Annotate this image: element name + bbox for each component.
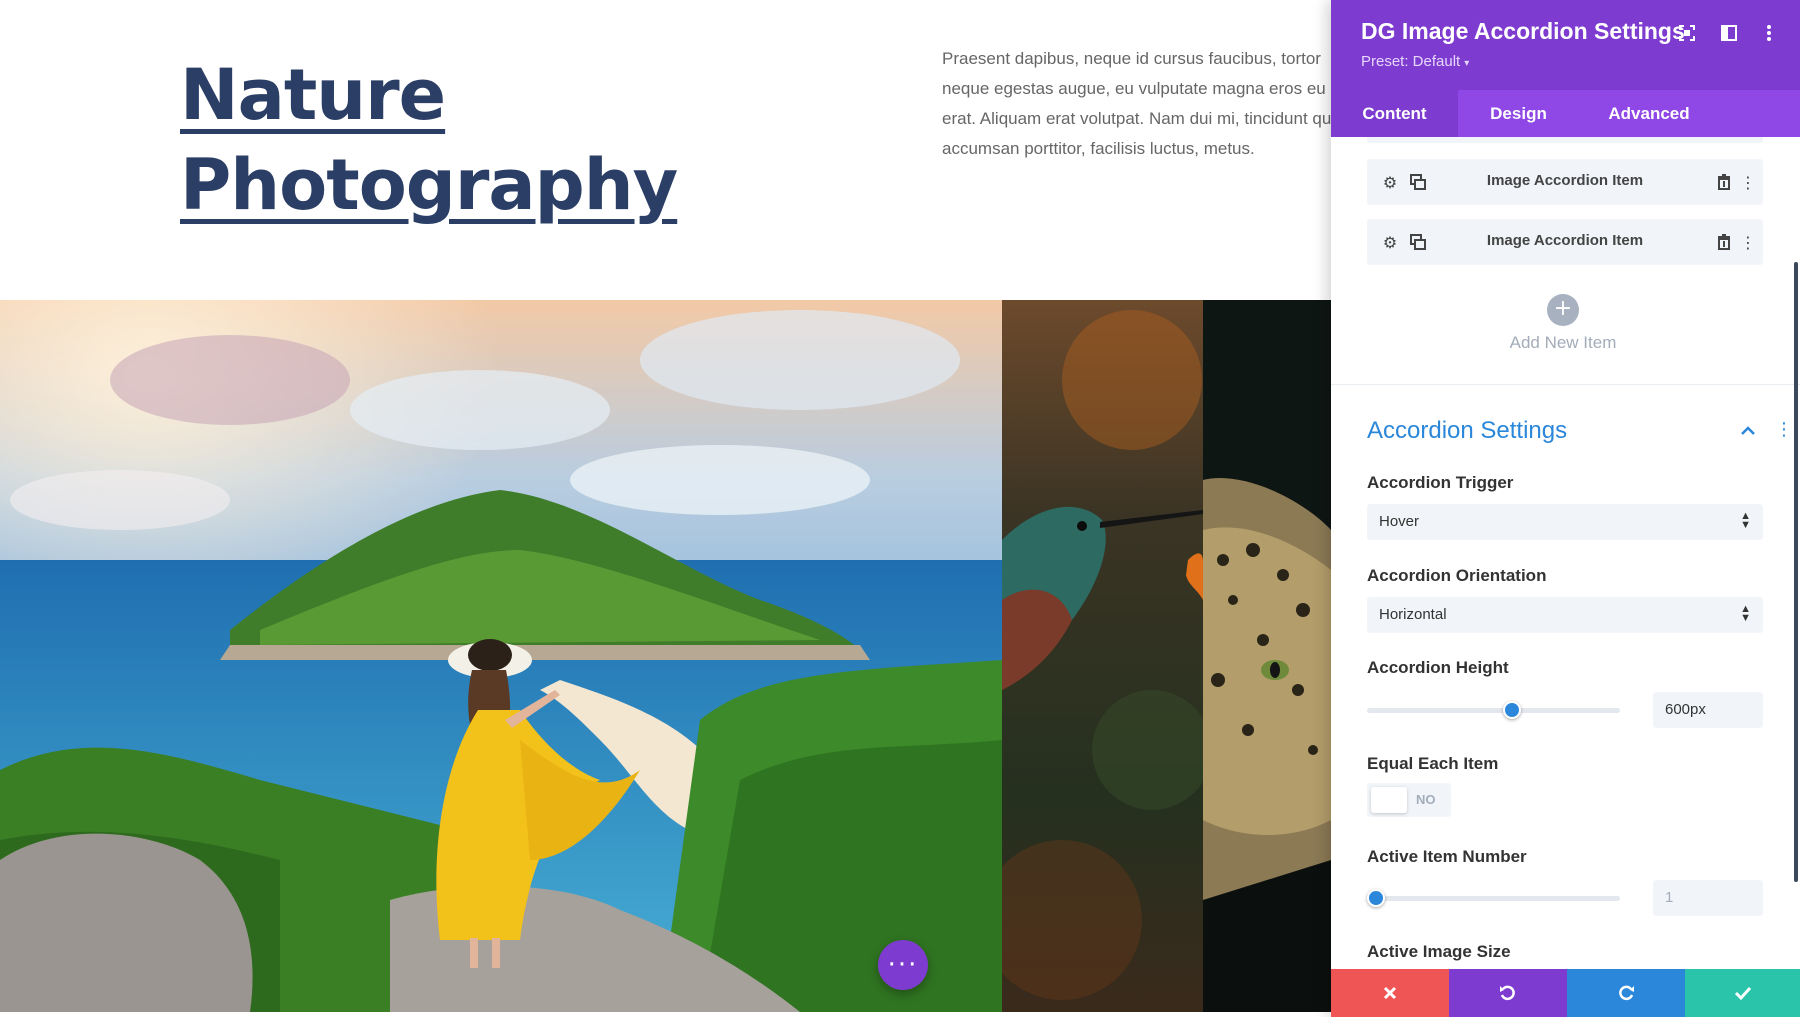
item-menu-icon[interactable]: ⋮ — [1737, 231, 1759, 253]
image-accordion — [0, 300, 1331, 1012]
cancel-button[interactable] — [1331, 969, 1449, 1017]
active-item-slider-track[interactable] — [1367, 896, 1620, 901]
fullscreen-icon[interactable] — [1676, 22, 1698, 44]
heading-line-2: Photography — [180, 144, 678, 226]
field-label-orientation: Accordion Orientation — [1367, 566, 1547, 585]
toggle-knob — [1371, 787, 1407, 813]
caret-down-icon: ▾ — [1464, 58, 1470, 69]
panel-menu-icon[interactable] — [1758, 22, 1780, 44]
field-label-height: Accordion Height — [1367, 658, 1509, 677]
accordion-item-hummingbird[interactable] — [1002, 300, 1203, 1012]
item-row-label: Image Accordion Item — [1486, 232, 1644, 249]
active-item-slider-thumb[interactable] — [1367, 889, 1385, 907]
undo-button[interactable] — [1449, 969, 1567, 1017]
trigger-select[interactable]: Hover ▲ ▼ — [1367, 504, 1763, 540]
item-row-label: Image Accordion Item — [1486, 172, 1644, 189]
chevron-up-icon[interactable] — [1741, 421, 1755, 440]
undo-icon — [1500, 985, 1515, 1001]
tab-advanced[interactable]: Advanced — [1579, 90, 1719, 137]
split-view-icon[interactable] — [1718, 22, 1740, 44]
trash-icon[interactable] — [1713, 231, 1735, 253]
divider — [1331, 384, 1800, 385]
accordion-item-row[interactable]: ⚙ Image Accordion Item ⋮ — [1367, 219, 1763, 265]
plus-icon: + — [1553, 296, 1573, 321]
panel-header: DG Image Accordion Settings Preset: Defa… — [1331, 0, 1800, 90]
add-new-item-label[interactable]: Add New Item — [1331, 333, 1795, 353]
intro-paragraph: Praesent dapibus, neque id cursus faucib… — [942, 49, 1349, 158]
section-menu-icon[interactable]: ⋮ — [1775, 419, 1793, 440]
active-item-input[interactable]: 1 — [1653, 880, 1763, 916]
toggle-state: NO — [1416, 792, 1436, 807]
more-dots-icon: ··· — [887, 950, 919, 980]
redo-button[interactable] — [1567, 969, 1685, 1017]
panel-footer — [1331, 969, 1800, 1017]
close-icon — [1383, 986, 1397, 1000]
field-label-equal: Equal Each Item — [1367, 754, 1499, 773]
accordion-item-row[interactable]: ⚙ Image Accordion Item ⋮ — [1367, 159, 1763, 205]
more-options-button[interactable]: ··· — [878, 940, 928, 990]
panel-scrollbar[interactable] — [1794, 262, 1798, 882]
page-heading: Nature Photography — [180, 50, 740, 230]
island-lady-photo — [0, 300, 1002, 1012]
orientation-select-value: Horizontal — [1379, 606, 1447, 623]
panel-title: DG Image Accordion Settings — [1361, 18, 1685, 44]
save-button[interactable] — [1685, 969, 1800, 1017]
trigger-select-value: Hover — [1379, 513, 1420, 530]
settings-panel: DG Image Accordion Settings Preset: Defa… — [1331, 0, 1800, 1017]
height-slider-track[interactable] — [1367, 708, 1620, 713]
trash-icon[interactable] — [1713, 171, 1735, 193]
preset-dropdown[interactable]: Preset: Default ▾ — [1361, 53, 1469, 70]
accordion-item-row[interactable] — [1367, 137, 1763, 143]
redo-icon — [1619, 985, 1634, 1001]
orientation-select[interactable]: Horizontal ▲ ▼ — [1367, 597, 1763, 633]
panel-tabs: Content Design Advanced — [1331, 90, 1800, 137]
tab-content[interactable]: Content — [1331, 90, 1458, 137]
accordion-item-island[interactable] — [0, 300, 1002, 1012]
hummingbird-photo — [1002, 300, 1203, 1012]
item-menu-icon[interactable]: ⋮ — [1737, 171, 1759, 193]
height-input[interactable]: 600px — [1653, 692, 1763, 728]
equal-toggle[interactable]: NO — [1367, 783, 1451, 817]
field-label-trigger: Accordion Trigger — [1367, 473, 1514, 492]
tab-design[interactable]: Design — [1458, 90, 1579, 137]
heading-line-1: Nature — [180, 54, 446, 136]
select-arrows-icon: ▲ ▼ — [1740, 510, 1751, 531]
check-icon — [1734, 986, 1751, 1000]
leopard-photo — [1203, 300, 1331, 1012]
field-label-active-image-size: Active Image Size — [1367, 942, 1511, 961]
panel-body: ⚙ Image Accordion Item ⋮ ⚙ Image Accordi… — [1331, 137, 1800, 969]
page: Nature Photography Praesent dapibus, neq… — [0, 0, 1800, 1017]
preset-label: Preset: Default — [1361, 53, 1461, 70]
select-arrows-icon: ▲ ▼ — [1740, 603, 1751, 624]
accordion-item-leopard[interactable] — [1203, 300, 1331, 1012]
height-slider-thumb[interactable] — [1503, 701, 1522, 719]
section-title[interactable]: Accordion Settings — [1367, 417, 1567, 445]
field-label-active-item: Active Item Number — [1367, 847, 1527, 866]
add-new-item-button[interactable]: + — [1547, 294, 1579, 326]
